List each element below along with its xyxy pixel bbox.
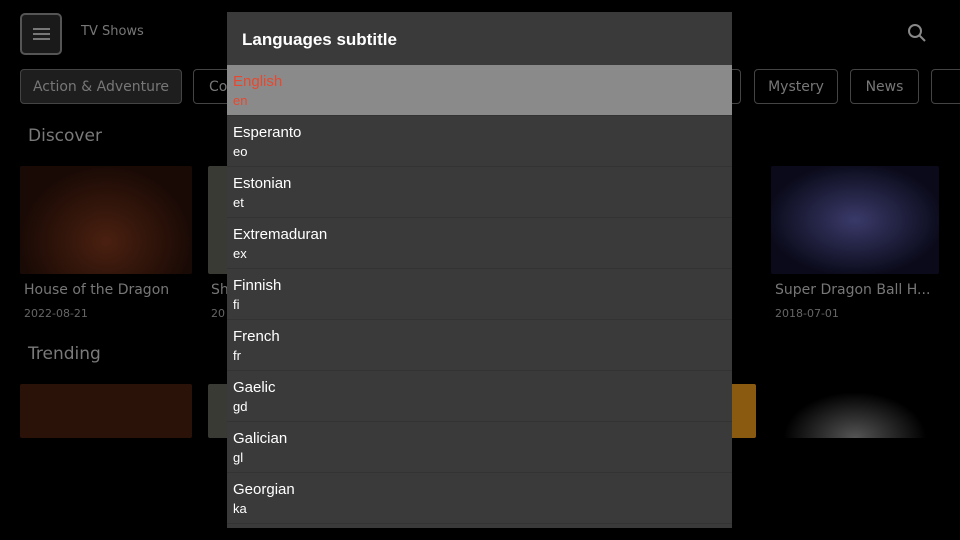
genre-chip[interactable]: Mystery: [754, 69, 838, 104]
language-option[interactable]: English en: [227, 65, 732, 116]
poster[interactable]: [20, 166, 192, 274]
language-option[interactable]: Extremaduran ex: [227, 218, 732, 269]
languages-dialog: Languages subtitle English en Esperanto eo E…: [227, 12, 732, 528]
show-date: 2018-07-01: [775, 307, 839, 320]
search-icon[interactable]: [907, 23, 927, 47]
language-name: Esperanto: [233, 124, 302, 141]
language-code: et: [233, 195, 244, 210]
section-trending: Trending: [28, 344, 101, 364]
show-title: Super Dragon Ball H...: [775, 282, 931, 298]
menu-button[interactable]: [20, 13, 62, 55]
language-code: gl: [233, 450, 244, 465]
language-name: Estonian: [233, 175, 292, 192]
language-option[interactable]: Galician gl: [227, 422, 732, 473]
section-discover: Discover: [28, 126, 102, 146]
show-date: 2022-08-21: [24, 307, 88, 320]
language-list: English en Esperanto eo Estonian et Extremadur…: [227, 65, 732, 524]
show-title: House of the Dragon: [24, 282, 170, 298]
language-name: Finnish: [233, 277, 282, 294]
genre-chip[interactable]: News: [850, 69, 919, 104]
poster[interactable]: [771, 166, 939, 274]
dialog-title: Languages subtitle: [242, 30, 397, 49]
language-option[interactable]: Finnish fi: [227, 269, 732, 320]
language-code: eo: [233, 144, 248, 159]
language-option[interactable]: Estonian et: [227, 167, 732, 218]
language-option[interactable]: Esperanto eo: [227, 116, 732, 167]
language-name: Gaelic: [233, 379, 276, 396]
language-code: ex: [233, 246, 247, 261]
language-name: French: [233, 328, 280, 345]
genre-chip[interactable]: [931, 69, 960, 104]
poster[interactable]: [20, 384, 192, 438]
language-code: en: [233, 93, 248, 108]
language-code: gd: [233, 399, 248, 414]
language-option[interactable]: Gaelic gd: [227, 371, 732, 422]
language-name: Georgian: [233, 481, 295, 498]
language-option[interactable]: French fr: [227, 320, 732, 371]
language-name: English: [233, 73, 283, 90]
language-option[interactable]: Georgian ka: [227, 473, 732, 524]
language-code: fi: [233, 297, 240, 312]
hamburger-icon: [32, 33, 50, 35]
page-title: TV Shows: [81, 24, 144, 39]
genre-chip[interactable]: Action & Adventure: [20, 69, 182, 104]
language-name: Extremaduran: [233, 226, 328, 243]
poster[interactable]: [771, 384, 939, 438]
language-code: fr: [233, 348, 241, 363]
show-date: 20: [211, 307, 225, 320]
language-code: ka: [233, 501, 247, 516]
language-name: Galician: [233, 430, 288, 447]
